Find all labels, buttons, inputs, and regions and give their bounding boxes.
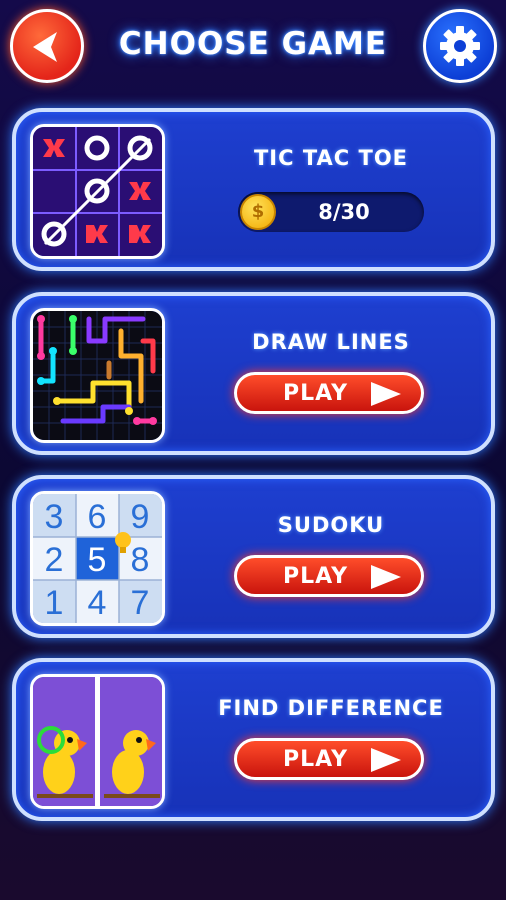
- sudoku-digit: 8: [131, 541, 150, 579]
- game-title: TIC TAC TOE: [253, 146, 409, 170]
- play-label: PLAY: [283, 747, 348, 772]
- sudoku-digit: 6: [88, 498, 107, 536]
- arrow-left-icon: [33, 32, 57, 62]
- settings-button[interactable]: [423, 9, 497, 83]
- game-card-draw-lines[interactable]: DRAW LINES PLAY: [12, 292, 495, 455]
- sudoku-digit: 9: [131, 498, 150, 536]
- play-triangle-icon: [371, 382, 401, 406]
- play-button[interactable]: PLAY: [234, 372, 424, 414]
- sudoku-digit: 1: [45, 584, 64, 622]
- play-button[interactable]: PLAY: [234, 738, 424, 780]
- game-title: SUDOKU: [277, 513, 385, 537]
- sudoku-thumbnail: 3 6 9 2 5 8 1 4 7: [30, 491, 165, 626]
- sudoku-digit: 2: [45, 541, 64, 579]
- progress-bar: $ 8/30: [238, 192, 424, 232]
- gear-icon: [440, 26, 480, 66]
- play-button[interactable]: PLAY: [234, 555, 424, 597]
- tic-tac-toe-thumbnail: [30, 124, 165, 259]
- top-bar: CHOOSE GAME: [0, 0, 506, 95]
- sudoku-digit: 7: [131, 584, 150, 622]
- game-card-tic-tac-toe[interactable]: TIC TAC TOE $ 8/30: [12, 108, 495, 271]
- play-triangle-icon: [371, 748, 401, 772]
- back-button[interactable]: [10, 9, 84, 83]
- sudoku-digit: 5: [88, 541, 107, 579]
- find-difference-thumbnail: [30, 674, 165, 809]
- game-card-sudoku[interactable]: 3 6 9 2 5 8 1 4 7 SUDOKU PLAY: [12, 475, 495, 638]
- play-triangle-icon: [371, 565, 401, 589]
- coin-icon: $: [240, 194, 276, 230]
- sudoku-digit: 4: [88, 584, 107, 622]
- page-title: CHOOSE GAME: [118, 26, 388, 62]
- draw-lines-thumbnail: [30, 308, 165, 443]
- game-card-find-difference[interactable]: FIND DIFFERENCE PLAY: [12, 658, 495, 821]
- play-label: PLAY: [283, 564, 348, 589]
- sudoku-digit: 3: [45, 498, 64, 536]
- game-title: FIND DIFFERENCE: [218, 696, 444, 720]
- game-title: DRAW LINES: [252, 330, 410, 354]
- progress-count: 8/30: [318, 200, 370, 224]
- play-label: PLAY: [283, 381, 348, 406]
